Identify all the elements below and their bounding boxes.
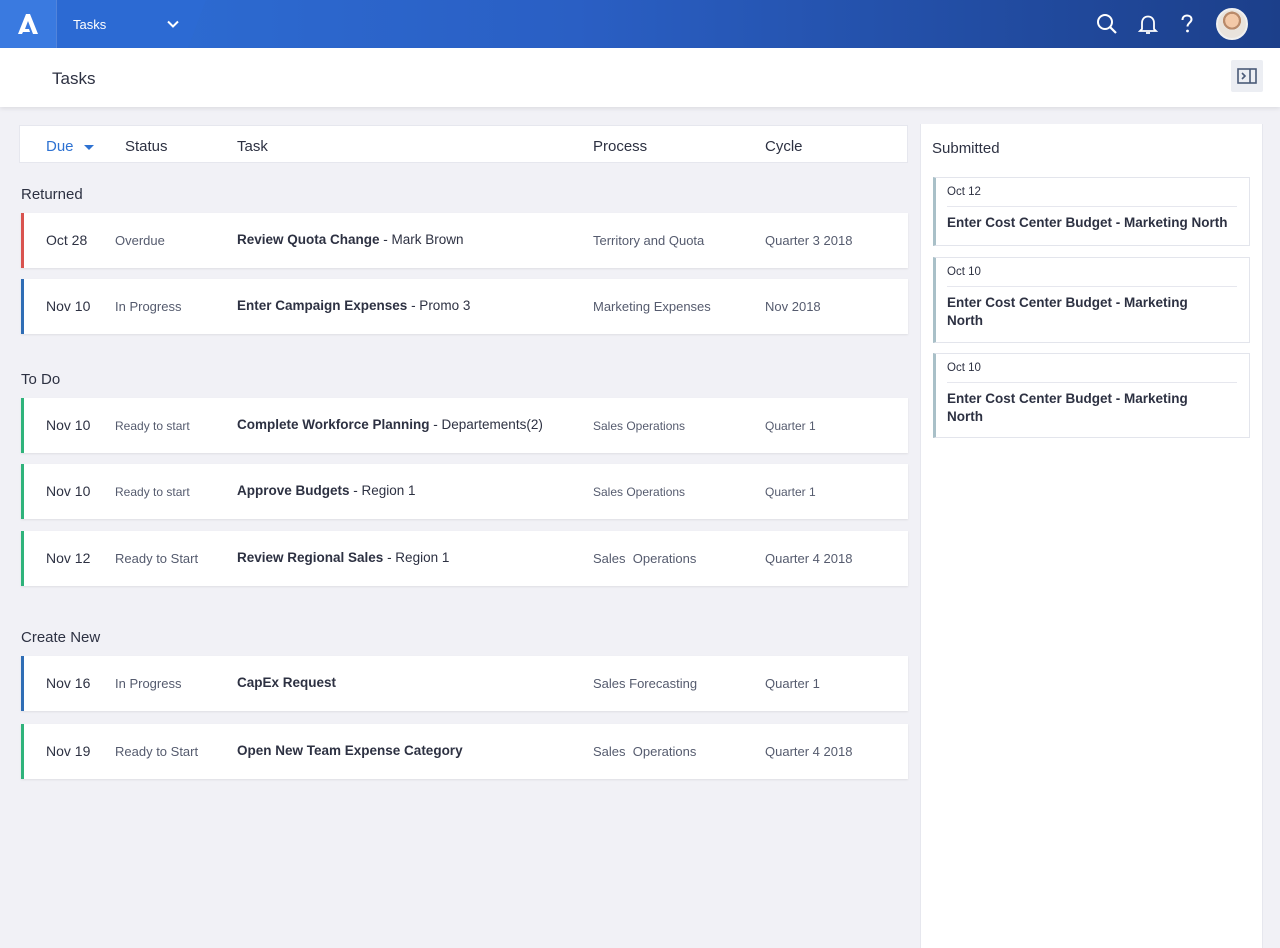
submitted-card[interactable]: Oct 12 Enter Cost Center Budget - Market…: [933, 177, 1250, 246]
submitted-card[interactable]: Oct 10 Enter Cost Center Budget - Market…: [933, 353, 1250, 438]
row-task[interactable]: Review Regional Sales - Region 1: [237, 550, 449, 565]
submitted-card-date: Oct 10: [947, 266, 981, 278]
submitted-card-title: Enter Cost Center Budget - Marketing Nor…: [947, 391, 1188, 424]
section-title-returned: Returned: [21, 186, 83, 203]
app-logo[interactable]: [0, 0, 56, 48]
row-task-detail: - Mark Brown: [379, 232, 464, 247]
table-row[interactable]: Nov 10 In Progress Enter Campaign Expens…: [21, 279, 908, 334]
table-row[interactable]: Nov 10 Ready to start Approve Budgets - …: [21, 464, 908, 519]
row-status: Overdue: [115, 233, 165, 248]
row-due-date: Nov 19: [46, 743, 91, 759]
row-status: Ready to start: [115, 419, 190, 433]
table-row[interactable]: Oct 28 Overdue Review Quota Change - Mar…: [21, 213, 908, 268]
help-icon[interactable]: [1175, 12, 1199, 36]
row-task[interactable]: Open New Team Expense Category: [237, 743, 463, 758]
row-task-name: Review Regional Sales: [237, 550, 384, 565]
row-cycle: Quarter 4 2018: [765, 744, 853, 759]
section-title-to-do: To Do: [21, 371, 61, 388]
row-process: Sales Operations: [593, 419, 686, 433]
submitted-card-title: Enter Cost Center Budget - Marketing Nor…: [947, 295, 1188, 328]
row-process: Sales Operations: [593, 551, 697, 566]
row-due-date: Nov 16: [46, 675, 91, 691]
row-status: Ready to Start: [115, 744, 199, 759]
row-status: Ready to start: [115, 485, 190, 499]
row-task[interactable]: Complete Workforce Planning - Departemen…: [237, 417, 543, 432]
row-task-name: Enter Campaign Expenses: [237, 298, 408, 313]
page-title: Tasks: [52, 69, 96, 88]
row-cycle: Quarter 1: [765, 485, 816, 499]
row-status: In Progress: [115, 299, 182, 314]
table-row[interactable]: Nov 12 Ready to Start Review Regional Sa…: [21, 531, 908, 586]
row-due-date: Oct 28: [46, 232, 88, 248]
column-header-due[interactable]: Due: [46, 138, 74, 155]
top-navigation-bar: Tasks: [0, 0, 1280, 48]
submitted-card[interactable]: Oct 10 Enter Cost Center Budget - Market…: [933, 257, 1250, 343]
row-task-detail: - Promo 3: [407, 298, 471, 313]
bell-icon[interactable]: [1136, 12, 1160, 36]
panel-collapse-icon: [1237, 68, 1257, 84]
table-row[interactable]: Nov 19 Ready to Start Open New Team Expe…: [21, 724, 908, 779]
submitted-card-title: Enter Cost Center Budget - Marketing Nor…: [947, 215, 1228, 230]
search-icon[interactable]: [1095, 12, 1119, 36]
row-status: In Progress: [115, 676, 182, 691]
row-process: Territory and Quota: [593, 233, 705, 248]
row-task-name: Open New Team Expense Category: [237, 743, 463, 758]
row-due-date: Nov 10: [46, 483, 91, 499]
row-cycle: Quarter 3 2018: [765, 233, 853, 248]
row-due-date: Nov 10: [46, 298, 91, 314]
row-task[interactable]: CapEx Request: [237, 675, 336, 690]
sort-desc-icon[interactable]: [84, 145, 94, 150]
row-cycle: Quarter 4 2018: [765, 551, 853, 566]
row-process: Marketing Expenses: [593, 299, 711, 314]
app-switcher-label: Tasks: [73, 17, 107, 32]
row-status: Ready to Start: [115, 551, 199, 566]
row-task-detail: - Region 1: [349, 483, 416, 498]
app-switcher[interactable]: Tasks: [56, 0, 206, 48]
toggle-side-panel-button[interactable]: [1231, 60, 1263, 92]
chevron-down-icon: [167, 20, 179, 28]
column-header-task[interactable]: Task: [237, 138, 268, 155]
row-task-name: CapEx Request: [237, 675, 337, 690]
row-task-name: Complete Workforce Planning: [237, 417, 430, 432]
submitted-panel: Submitted Oct 12 Enter Cost Center Budge…: [920, 124, 1263, 948]
user-avatar[interactable]: [1216, 8, 1248, 40]
row-task[interactable]: Enter Campaign Expenses - Promo 3: [237, 298, 470, 313]
logo-icon: [18, 14, 38, 34]
page-header: Tasks: [0, 48, 1280, 107]
row-due-date: Nov 12: [46, 550, 91, 566]
column-header-process[interactable]: Process: [593, 138, 647, 155]
row-task-name: Approve Budgets: [237, 483, 350, 498]
row-process: Sales Operations: [593, 744, 697, 759]
row-cycle: Nov 2018: [765, 299, 821, 314]
row-task-name: Review Quota Change: [237, 232, 380, 247]
submitted-panel-title: Submitted: [932, 140, 1000, 157]
table-row[interactable]: Nov 16 In Progress CapEx Request Sales F…: [21, 656, 908, 711]
row-process: Sales Operations: [593, 485, 686, 499]
row-task[interactable]: Approve Budgets - Region 1: [237, 483, 416, 498]
row-task-detail: - Departements(2): [429, 417, 543, 432]
table-header: Due Status Task Process Cycle: [19, 125, 908, 163]
row-process: Sales Forecasting: [593, 676, 698, 691]
divider: [947, 382, 1237, 383]
row-task[interactable]: Review Quota Change - Mark Brown: [237, 232, 464, 247]
section-title-create-new: Create New: [21, 629, 101, 646]
submitted-card-date: Oct 12: [947, 186, 981, 198]
column-header-cycle[interactable]: Cycle: [765, 138, 803, 155]
submitted-card-date: Oct 10: [947, 362, 981, 374]
row-due-date: Nov 10: [46, 417, 91, 433]
divider: [947, 206, 1237, 207]
row-task-detail: - Region 1: [383, 550, 450, 565]
row-cycle: Quarter 1: [765, 676, 820, 691]
row-cycle: Quarter 1: [765, 419, 816, 433]
table-row[interactable]: Nov 10 Ready to start Complete Workforce…: [21, 398, 908, 453]
column-header-status[interactable]: Status: [125, 138, 168, 155]
divider: [947, 286, 1237, 287]
